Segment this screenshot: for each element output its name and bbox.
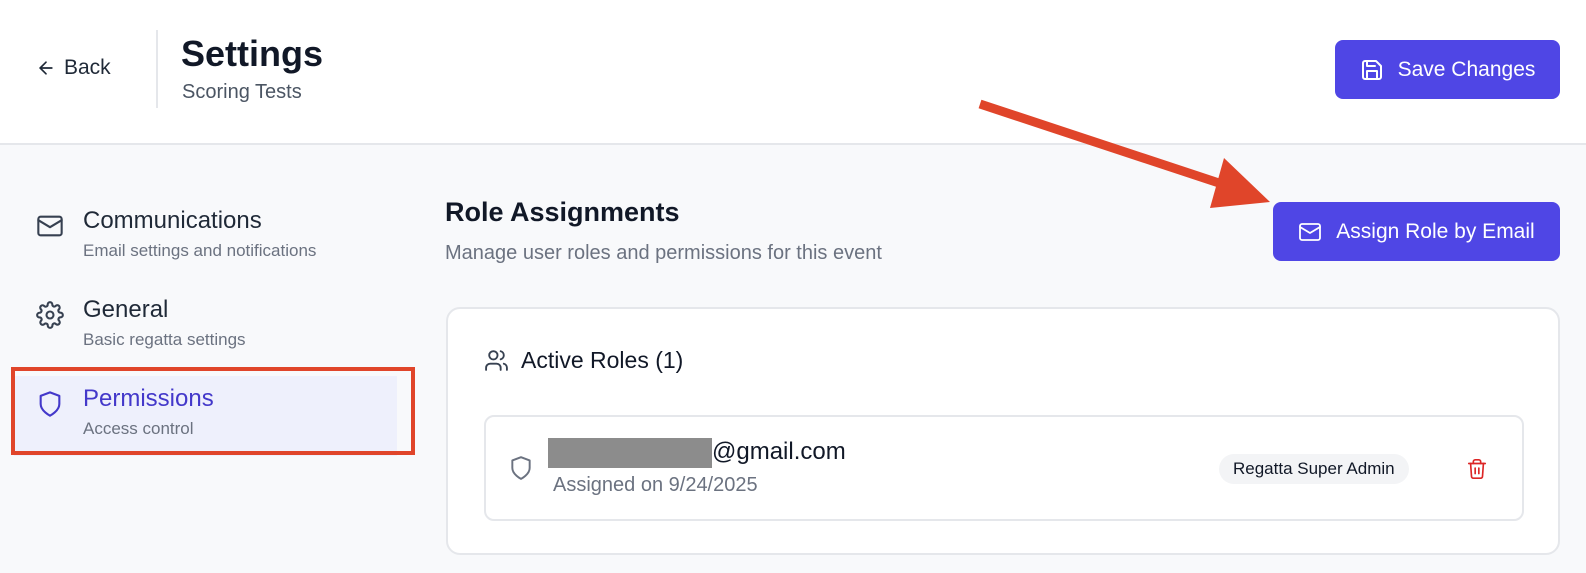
card-title: Active Roles (1) [521, 347, 684, 373]
role-assigned-date: Assigned on 9/24/2025 [553, 474, 758, 496]
redacted-email-block [548, 438, 712, 468]
sidebar-item-label: General [83, 296, 169, 323]
page-header: Back Settings Scoring Tests Save Changes [0, 0, 1586, 145]
mail-icon [1299, 222, 1322, 241]
shield-icon [511, 456, 531, 480]
users-icon [485, 350, 508, 371]
gear-icon [36, 301, 64, 329]
assign-role-button[interactable]: Assign Role by Email [1273, 202, 1560, 261]
annotation-arrow [978, 99, 1270, 208]
sidebar-item-description: Basic regatta settings [83, 330, 246, 349]
active-roles-card: Active Roles (1) @gmail.com Assigned on … [446, 307, 1560, 555]
save-changes-label: Save Changes [1397, 57, 1536, 81]
sidebar-item-description: Email settings and notifications [83, 241, 317, 260]
page-subtitle: Scoring Tests [182, 81, 302, 103]
section-description: Manage user roles and permissions for th… [445, 242, 882, 264]
role-badge: Regatta Super Admin [1219, 454, 1409, 484]
arrow-left-icon [39, 61, 53, 75]
save-icon [1361, 59, 1382, 80]
annotation-highlight-box [11, 367, 415, 455]
sidebar-item-general[interactable]: General Basic regatta settings [14, 287, 397, 367]
back-button[interactable]: Back [36, 56, 111, 80]
role-email: @gmail.com [712, 438, 846, 465]
save-changes-button[interactable]: Save Changes [1335, 40, 1560, 99]
section-title: Role Assignments [445, 197, 680, 227]
sidebar-item-label: Communications [83, 207, 262, 234]
trash-icon[interactable] [1466, 457, 1488, 481]
sidebar-item-communications[interactable]: Communications Email settings and notifi… [14, 198, 397, 278]
page-title: Settings [181, 33, 324, 74]
header-divider [156, 30, 158, 108]
assign-role-label: Assign Role by Email [1336, 219, 1535, 243]
mail-icon [37, 215, 63, 237]
back-label: Back [64, 56, 111, 79]
card-header: Active Roles (1) [484, 347, 683, 374]
role-row: @gmail.com Assigned on 9/24/2025 Regatta… [484, 415, 1524, 521]
